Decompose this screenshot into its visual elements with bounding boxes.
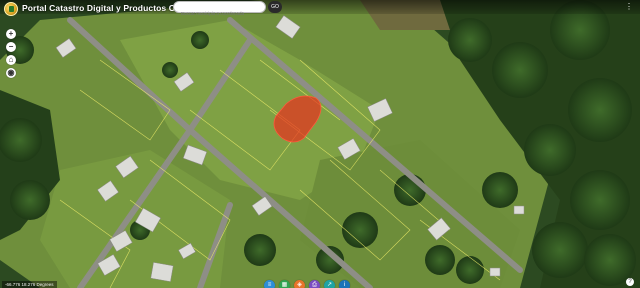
- menu-icon[interactable]: ⋮: [624, 2, 634, 12]
- layers-icon: ≡: [267, 282, 272, 288]
- minus-icon: −: [8, 42, 14, 51]
- print-icon: ⎙: [312, 282, 317, 288]
- locate-icon: ◉: [7, 68, 15, 77]
- coordinate-readout: -66.776 18.276 Degrees: [2, 281, 57, 288]
- measure-icon: ◈: [297, 282, 302, 288]
- tool-info[interactable]: i: [339, 280, 350, 288]
- search-button[interactable]: GO: [268, 1, 282, 13]
- locate-button[interactable]: ◉: [6, 68, 16, 78]
- basemap-icon: ▦: [281, 282, 288, 288]
- zoom-out-button[interactable]: −: [6, 42, 16, 52]
- help-icon[interactable]: ?: [626, 278, 634, 286]
- zoom-in-button[interactable]: +: [6, 29, 16, 39]
- plus-icon: +: [8, 29, 14, 38]
- search-box[interactable]: [173, 1, 266, 19]
- aerial-map[interactable]: [0, 0, 640, 288]
- tool-layers[interactable]: ≡: [264, 280, 275, 288]
- tool-basemap[interactable]: ▦: [279, 280, 290, 288]
- share-icon: ↗: [326, 282, 333, 288]
- map-canvas[interactable]: [0, 0, 640, 288]
- home-button[interactable]: ⌂: [6, 55, 16, 65]
- tool-print[interactable]: ⎙: [309, 280, 320, 288]
- info-icon: i: [343, 282, 346, 288]
- toolbar: ≡ ▦ ◈ ⎙ ↗ i: [264, 280, 350, 288]
- search-input[interactable]: [174, 8, 265, 19]
- tool-share[interactable]: ↗: [324, 280, 335, 288]
- home-icon: ⌂: [8, 55, 14, 64]
- tool-measure[interactable]: ◈: [294, 280, 305, 288]
- logo-icon: [4, 2, 18, 16]
